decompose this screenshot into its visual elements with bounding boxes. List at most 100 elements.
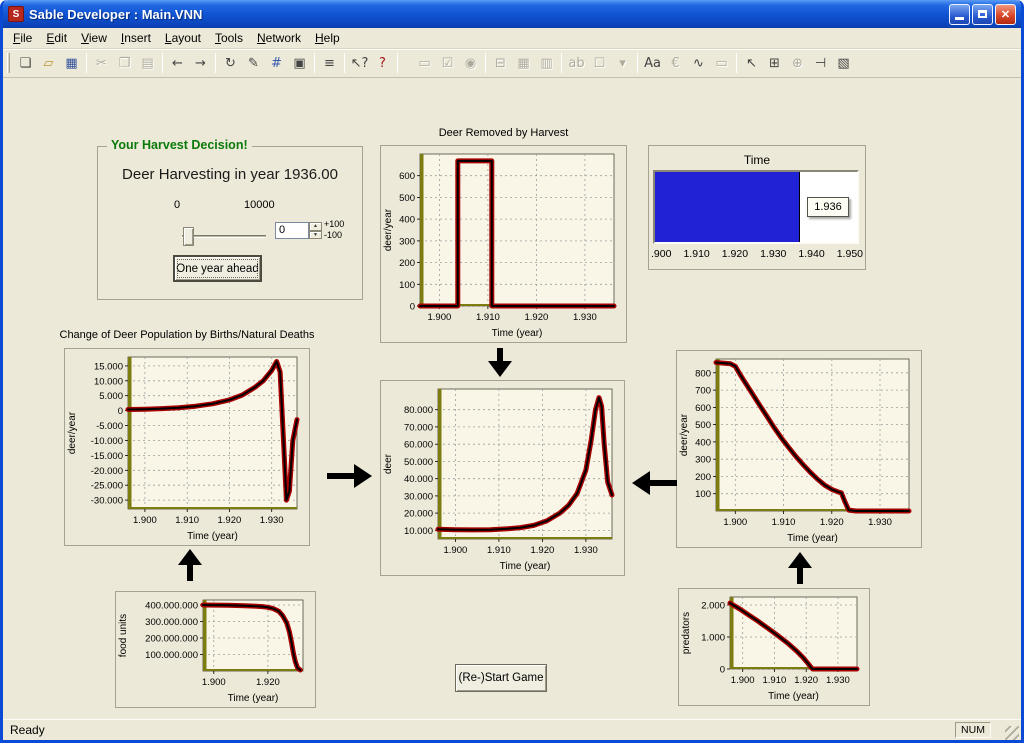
spin-down-button[interactable]: ▼ (309, 231, 322, 240)
table-tool-icon[interactable]: ⊞ (763, 52, 786, 74)
open-icon[interactable]: ▱ (37, 52, 60, 74)
spin-up-button[interactable]: ▲ (309, 222, 322, 231)
svg-text:Time (year): Time (year) (768, 691, 819, 702)
svg-text:1.920: 1.920 (794, 675, 818, 686)
back-icon[interactable]: ← (166, 52, 189, 74)
combo-control-icon: ▾ (611, 52, 634, 74)
svg-text:200: 200 (695, 472, 711, 483)
svg-text:300: 300 (695, 455, 711, 466)
harvest-decision-panel: Your Harvest Decision! Deer Harvesting i… (97, 146, 363, 300)
time-gauge: 1.936 (653, 170, 859, 244)
minimize-button[interactable] (949, 4, 970, 25)
svg-text:0: 0 (118, 406, 123, 417)
editbox-control-icon: ab (565, 52, 588, 74)
svg-text:1.900: 1.900 (444, 545, 468, 556)
svg-text:100: 100 (399, 280, 415, 291)
time-panel: Time 1.936 .9001.9101.9201.9301.9401.950 (648, 145, 866, 270)
frame-control-icon: ▭ (710, 52, 733, 74)
svg-text:1.900: 1.900 (428, 312, 452, 323)
checkbox2-control-icon: ☐ (588, 52, 611, 74)
svg-text:400: 400 (695, 437, 711, 448)
menu-tools[interactable]: Tools (208, 29, 250, 48)
svg-text:2.000: 2.000 (701, 601, 725, 612)
forward-icon[interactable]: → (189, 52, 212, 74)
new-icon[interactable]: ❏ (14, 52, 37, 74)
resize-grip[interactable] (1005, 726, 1019, 740)
time-tick-label: 1.910 (683, 248, 709, 260)
menu-insert[interactable]: Insert (114, 29, 158, 48)
svg-text:1.930: 1.930 (868, 517, 892, 528)
svg-text:30.000: 30.000 (404, 491, 433, 502)
svg-text:-20.000: -20.000 (91, 466, 123, 477)
close-button[interactable]: ✕ (995, 4, 1016, 25)
arrow-births-to-deer-icon (327, 463, 373, 489)
svg-text:0: 0 (720, 665, 725, 676)
font-control-icon[interactable]: Aa (641, 52, 664, 74)
slider-control-icon: ⊟ (489, 52, 512, 74)
context-help-icon[interactable]: ↖? (348, 52, 371, 74)
one-year-ahead-button[interactable]: One year ahead (173, 255, 262, 282)
menu-file[interactable]: File (6, 29, 39, 48)
menu-edit[interactable]: Edit (39, 29, 74, 48)
status-message: Ready (10, 723, 45, 737)
pin-icon[interactable]: ✎ (242, 52, 265, 74)
menu-network[interactable]: Network (250, 29, 308, 48)
svg-text:1.000: 1.000 (701, 633, 725, 644)
menu-layout[interactable]: Layout (158, 29, 208, 48)
save-icon[interactable]: ▦ (60, 52, 83, 74)
svg-text:deer/year: deer/year (67, 411, 78, 454)
svg-text:1.920: 1.920 (820, 517, 844, 528)
svg-text:500: 500 (399, 193, 415, 204)
grid-icon[interactable]: # (265, 52, 288, 74)
svg-text:1.920: 1.920 (531, 545, 555, 556)
menu-bar: FileEditViewInsertLayoutToolsNetworkHelp (3, 28, 1021, 49)
svg-text:1.920: 1.920 (218, 515, 242, 526)
toolbar-separator (162, 53, 163, 73)
pointer-tool-icon[interactable]: ↖ (740, 52, 763, 74)
svg-text:100.000.000: 100.000.000 (145, 650, 198, 661)
menu-view[interactable]: View (74, 29, 114, 48)
svg-text:600: 600 (399, 171, 415, 182)
slider-min-label: 0 (174, 199, 180, 211)
help-icon[interactable]: ? (371, 52, 394, 74)
svg-text:-10.000: -10.000 (91, 436, 123, 447)
toolbar-separator (397, 53, 398, 73)
harvest-slider[interactable] (182, 235, 266, 238)
arrow-predation-to-deer-icon (631, 470, 677, 496)
toolbar-drag-handle[interactable] (7, 53, 10, 73)
model-canvas: Your Harvest Decision! Deer Harvesting i… (3, 78, 1021, 719)
svg-text:300.000.000: 300.000.000 (145, 617, 198, 628)
svg-text:100: 100 (695, 489, 711, 500)
harvest-slider-handle[interactable] (183, 227, 194, 246)
image-tool-icon[interactable]: ▧ (832, 52, 855, 74)
exit-tool-icon[interactable]: ⊣ (809, 52, 832, 74)
time-tick-label: 1.940 (798, 248, 824, 260)
svg-text:40.000: 40.000 (404, 474, 433, 485)
svg-text:1.930: 1.930 (574, 545, 598, 556)
refresh-icon[interactable]: ↻ (219, 52, 242, 74)
harvest-panel-title: Your Harvest Decision! (107, 138, 252, 152)
svg-text:-5.000: -5.000 (96, 421, 123, 432)
title-bar[interactable]: S Sable Developer : Main.VNN ✕ (3, 0, 1021, 28)
svg-text:Time (year): Time (year) (228, 693, 279, 704)
toolbar-separator (736, 53, 737, 73)
status-bar: Ready NUM (3, 719, 1021, 740)
maximize-button[interactable] (972, 4, 993, 25)
harvest-amount-input[interactable]: 0 (275, 222, 309, 239)
cascade-icon[interactable]: ▣ (288, 52, 311, 74)
cells-control-icon: ▥ (535, 52, 558, 74)
arrow-food-to-births-icon (176, 548, 204, 582)
svg-text:deer/year: deer/year (383, 208, 394, 251)
print-icon[interactable]: ≡ (318, 52, 341, 74)
svg-text:1.930: 1.930 (260, 515, 284, 526)
arrow-predators-to-predation-icon (786, 551, 814, 585)
time-tick-label: 1.930 (760, 248, 786, 260)
svg-text:-30.000: -30.000 (91, 496, 123, 507)
menu-help[interactable]: Help (308, 29, 347, 48)
chart-title-births-deaths: Change of Deer Population by Births/Natu… (22, 329, 352, 341)
restart-game-button[interactable]: (Re-)Start Game (455, 664, 547, 692)
chart-control-icon[interactable]: ∿ (687, 52, 710, 74)
checkbox-control-icon: ☑ (436, 52, 459, 74)
paste-icon: ▤ (136, 52, 159, 74)
slider-max-label: 10000 (244, 199, 275, 211)
